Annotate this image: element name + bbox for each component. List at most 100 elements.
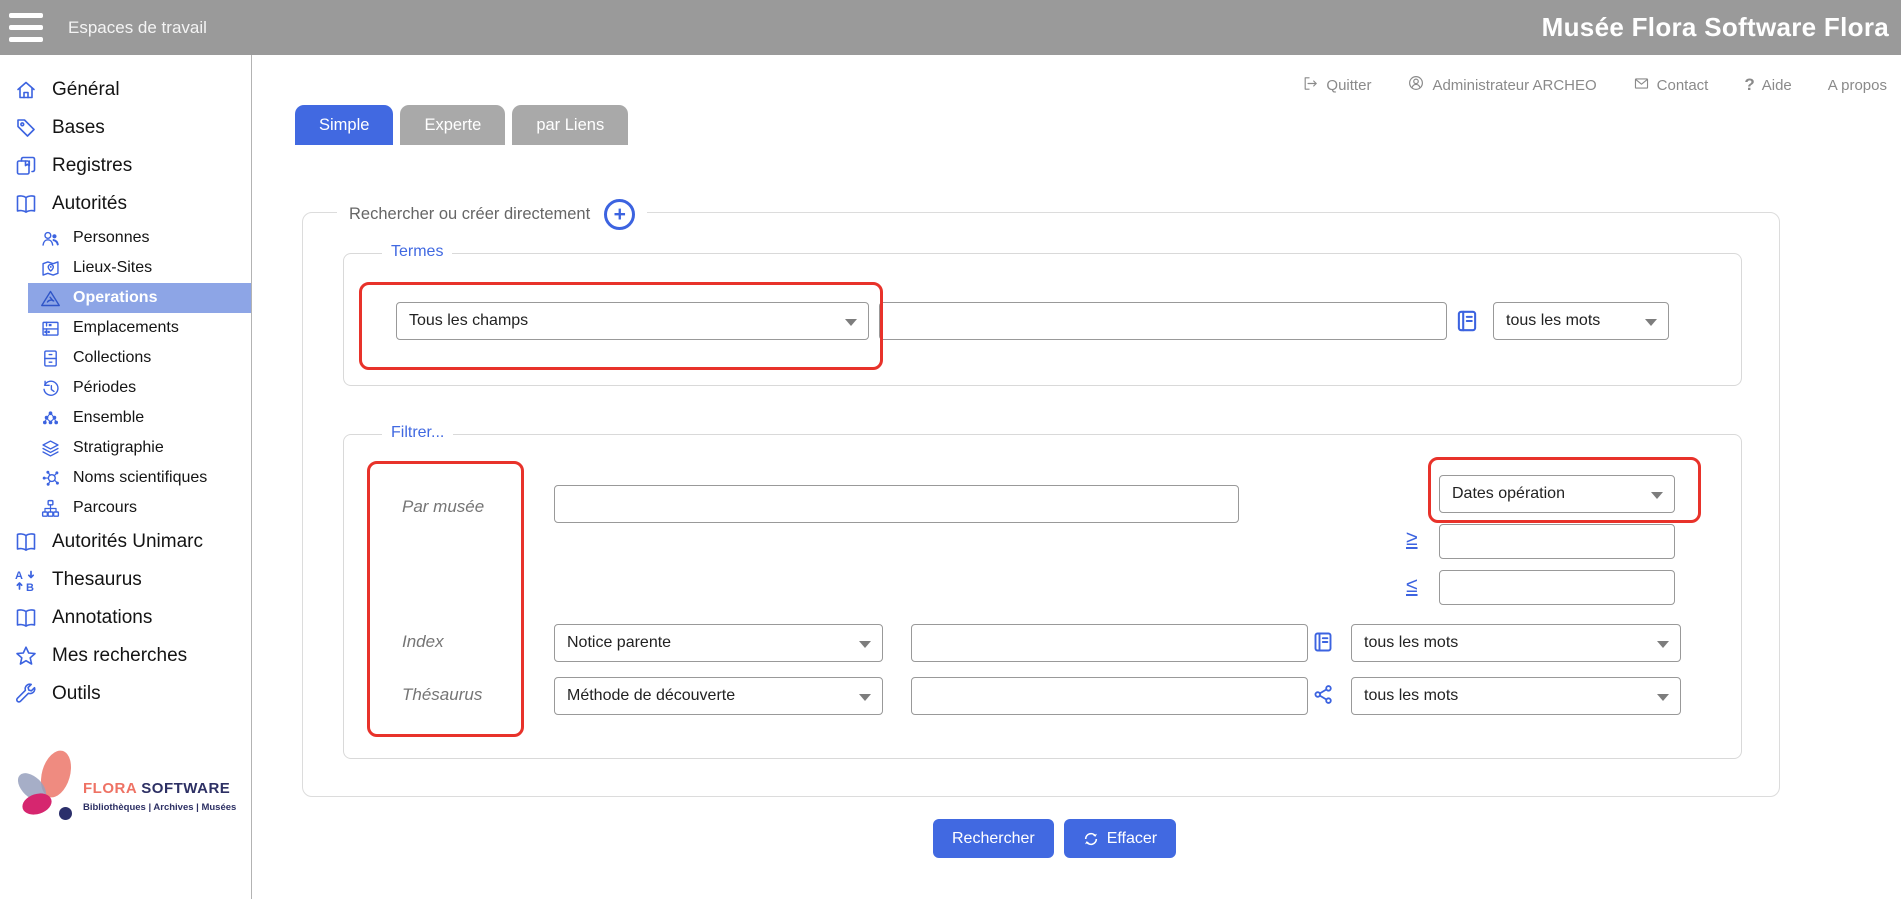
sidebar-item-stratigraphie[interactable]: Stratigraphie [0,433,251,463]
sidebar-item-operations[interactable]: Operations [28,283,251,313]
termes-legend: Termes [382,243,452,261]
contact-label: Contact [1657,77,1709,94]
lte-symbol: ≤ [1406,574,1418,598]
index-field-select[interactable]: Notice parente [554,624,883,662]
home-icon [13,78,39,102]
term-mode-select[interactable]: tous les mots [1493,302,1669,340]
brand-tagline: Bibliothèques | Archives | Musées [83,802,236,813]
sidebar-item-personnes[interactable]: Personnes [0,223,251,253]
chevron-down-icon [1657,694,1669,701]
field-select-value: Tous les champs [409,312,528,330]
sidebar-item-registres[interactable]: Registres [0,147,251,185]
thesaurus-field-select[interactable]: Méthode de découverte [554,677,883,715]
sidebar-item-lieux-sites[interactable]: Lieux-Sites [0,253,251,283]
sidebar-item-autorites-unimarc[interactable]: Autorités Unimarc [0,523,251,561]
field-select[interactable]: Tous les champs [396,302,869,340]
search-panel-title: Rechercher ou créer directement [349,205,590,224]
tab-simple[interactable]: Simple [295,105,393,145]
sidebar-item-emplacements[interactable]: Emplacements [0,313,251,343]
excavation-icon [39,288,61,309]
thesaurus-mode-value: tous les mots [1364,687,1458,705]
contact-link[interactable]: Contact [1633,75,1709,96]
sort-alpha-icon: AB [13,568,39,592]
open-book-icon [13,530,39,554]
form-actions: Rechercher Effacer [933,819,1176,858]
app-title: Musée Flora Software Flora [1542,0,1889,55]
term-mode-value: tous les mots [1506,312,1600,330]
sidebar-item-autorites[interactable]: Autorités [0,185,251,223]
logout-icon [1302,75,1319,96]
quitter-label: Quitter [1326,77,1371,94]
tab-experte[interactable]: Experte [400,105,505,145]
wrench-icon [13,682,39,706]
index-field-value: Notice parente [567,634,671,652]
sidebar-item-label: Bases [52,117,105,139]
user-account-link[interactable]: Administrateur ARCHEO [1407,74,1596,96]
term-input[interactable] [879,302,1447,340]
sidebar-item-parcours[interactable]: Parcours [0,493,251,523]
sidebar-item-thesaurus[interactable]: AB Thesaurus [0,561,251,599]
clear-button-label: Effacer [1107,830,1157,848]
chevron-down-icon [1651,492,1663,499]
search-panel-legend: Rechercher ou créer directement + [337,199,647,230]
sidebar-item-label: Thesaurus [52,569,142,591]
sidebar-item-label: Noms scientifiques [73,469,207,487]
thesaurus-mode-select[interactable]: tous les mots [1351,677,1681,715]
history-icon [39,378,61,399]
index-lookup-icon[interactable] [1454,308,1480,334]
star-icon [13,644,39,668]
search-mode-tabs: Simple Experte par Liens [295,105,628,145]
sidebar-item-label: Collections [73,349,151,367]
filter-section: Filtrer... Par musée Dates opération ≥ ≤… [343,434,1742,759]
sidebar-nav: Général Bases Registres Autorités Person… [0,55,251,713]
date-to-input[interactable] [1439,570,1675,605]
sidebar-item-annotations[interactable]: Annotations [0,599,251,637]
shelf-icon [39,318,61,339]
sidebar-item-label: Autorités [52,193,127,215]
flora-flower-icon [18,750,88,820]
sitemap-icon [39,498,61,519]
date-from-input[interactable] [1439,524,1675,559]
thesaurus-input[interactable] [911,677,1308,715]
search-button[interactable]: Rechercher [933,819,1054,858]
index-input[interactable] [911,624,1308,662]
index-mode-value: tous les mots [1364,634,1458,652]
flora-software-logo: FLORA SOFTWARE Bibliothèques | Archives … [16,750,241,840]
sidebar-item-bases[interactable]: Bases [0,109,251,147]
termes-section: Termes Tous les champs tous les mots [343,253,1742,386]
svg-text:A: A [15,570,23,582]
sidebar-item-label: Emplacements [73,319,179,337]
a-propos-link[interactable]: A propos [1828,77,1887,94]
clear-button[interactable]: Effacer [1064,819,1176,858]
tab-par-liens[interactable]: par Liens [512,105,628,145]
sidebar-item-noms-scientifiques[interactable]: Noms scientifiques [0,463,251,493]
dates-field-select[interactable]: Dates opération [1439,475,1675,513]
sidebar-item-periodes[interactable]: Périodes [0,373,251,403]
sidebar-item-collections[interactable]: Collections [0,343,251,373]
sidebar-item-outils[interactable]: Outils [0,675,251,713]
search-panel: Rechercher ou créer directement + Termes… [302,212,1780,797]
people-icon [39,228,61,249]
a-propos-label: A propos [1828,77,1887,94]
sidebar-item-label: Stratigraphie [73,439,164,457]
sidebar-item-label: Général [52,79,120,101]
dates-field-value: Dates opération [1452,485,1565,503]
quitter-link[interactable]: Quitter [1302,75,1371,96]
envelope-icon [1633,75,1650,96]
sidebar-item-mes-recherches[interactable]: Mes recherches [0,637,251,675]
open-book-icon [13,192,39,216]
sidebar-item-general[interactable]: Général [0,71,251,109]
museum-input[interactable] [554,485,1239,523]
index-mode-select[interactable]: tous les mots [1351,624,1681,662]
thesaurus-filter-label: Thésaurus [402,685,482,705]
search-button-label: Rechercher [952,830,1035,848]
sidebar-item-label: Registres [52,155,132,177]
index-filter-label: Index [402,632,444,652]
thesaurus-link-icon[interactable] [1312,683,1338,709]
hamburger-menu-icon[interactable] [9,13,45,43]
index-lookup-icon[interactable] [1311,630,1337,656]
thesaurus-field-value: Méthode de découverte [567,687,735,705]
sidebar-item-ensemble[interactable]: Ensemble [0,403,251,433]
aide-link[interactable]: ? Aide [1744,75,1791,95]
create-record-icon[interactable]: + [604,199,635,230]
